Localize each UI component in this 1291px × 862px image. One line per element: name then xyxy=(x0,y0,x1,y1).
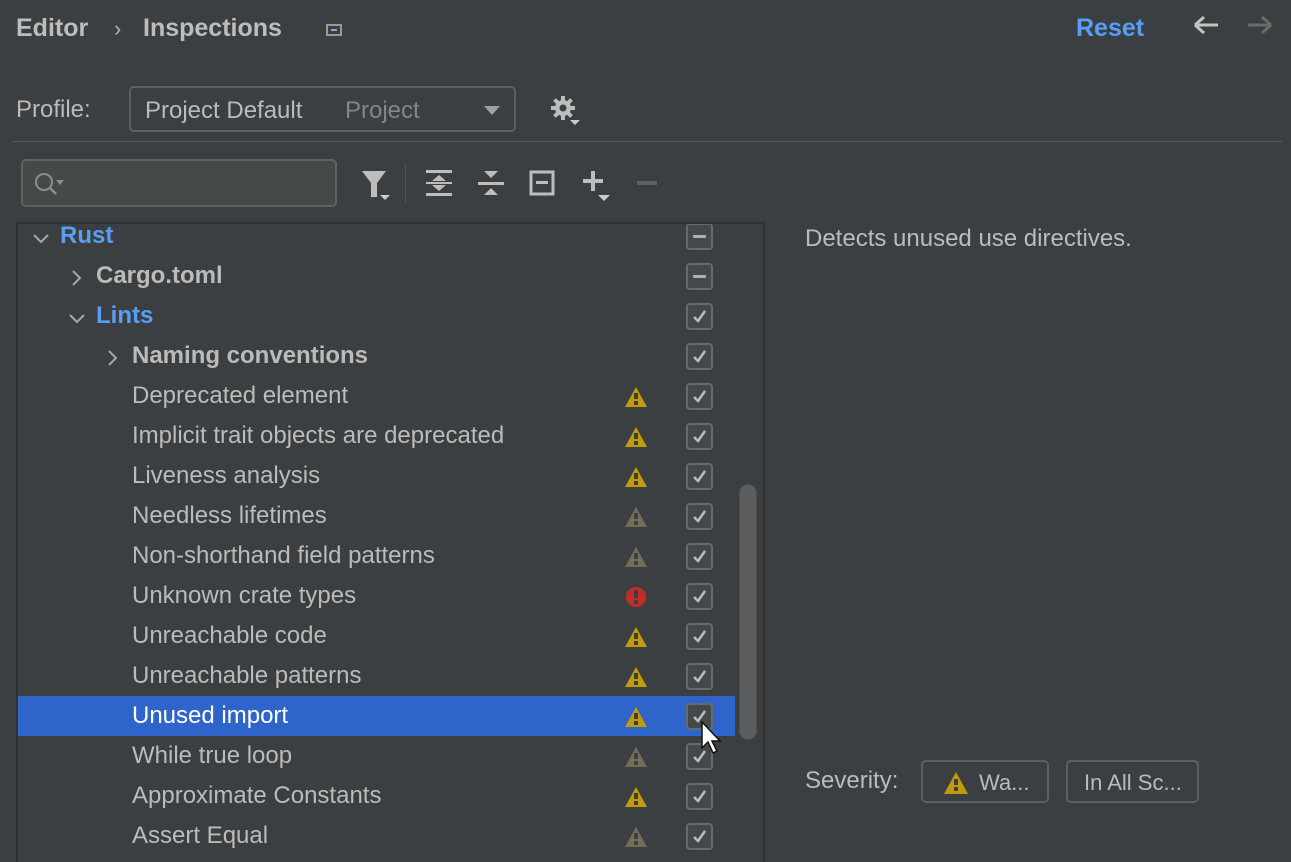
tree-row[interactable]: Implicit trait objects are deprecated xyxy=(18,416,735,456)
severity-dropdown[interactable]: Wa... xyxy=(921,760,1049,803)
tree-row-label: Unreachable code xyxy=(132,622,327,649)
reset-to-empty-icon[interactable] xyxy=(529,168,557,205)
enable-checkbox[interactable] xyxy=(686,783,713,810)
tree-row-label: Liveness analysis xyxy=(132,462,321,489)
arrow-left-icon[interactable] xyxy=(1192,12,1220,44)
enable-checkbox[interactable] xyxy=(686,263,713,290)
enable-checkbox[interactable] xyxy=(686,423,713,450)
profile-value: Project Default xyxy=(145,97,303,124)
scrollbar-thumb[interactable] xyxy=(739,484,757,740)
mouse-pointer-icon xyxy=(700,720,726,763)
enable-checkbox[interactable] xyxy=(686,663,713,690)
enable-checkbox[interactable] xyxy=(686,543,713,570)
scope-value: In All Sc... xyxy=(1084,770,1182,795)
tree-row[interactable]: Unreachable patterns xyxy=(18,656,735,696)
gear-icon[interactable] xyxy=(549,94,580,130)
profile-dropdown[interactable]: Project Default Project xyxy=(129,86,516,132)
warning-icon xyxy=(624,666,648,688)
search-input[interactable] xyxy=(21,159,337,207)
tree-row[interactable]: Needless lifetimes xyxy=(18,496,735,536)
profile-label: Profile: xyxy=(16,96,91,123)
tree-row-label: Naming conventions xyxy=(132,342,369,369)
tree-row-label: Lints xyxy=(96,302,154,329)
enable-checkbox[interactable] xyxy=(686,383,713,410)
weak-warning-icon xyxy=(624,546,648,568)
arrow-right-icon xyxy=(1246,12,1274,44)
warning-icon xyxy=(624,706,648,728)
inspection-description: Detects unused use directives. xyxy=(805,225,1132,252)
chevron-down-icon[interactable] xyxy=(68,307,86,333)
toolbar-separator xyxy=(405,163,406,203)
tree-row-label: Implicit trait objects are deprecated xyxy=(132,422,505,449)
tree-row-label: Unreachable patterns xyxy=(132,662,362,689)
tree-row[interactable]: Naming conventions xyxy=(18,336,735,376)
chevron-right-icon[interactable] xyxy=(104,347,122,373)
warning-icon xyxy=(624,466,648,488)
chevron-right-icon[interactable] xyxy=(68,267,86,293)
severity-label: Severity: xyxy=(805,767,899,794)
tree-row[interactable]: Rust xyxy=(18,222,735,256)
tree-row-label: Deprecated element xyxy=(132,382,349,409)
enable-checkbox[interactable] xyxy=(686,303,713,330)
enable-checkbox[interactable] xyxy=(686,623,713,650)
remove-icon xyxy=(636,168,658,205)
breadcrumb-editor[interactable]: Editor xyxy=(16,14,88,43)
chevron-down-icon xyxy=(484,106,500,115)
tree-row-label: Needless lifetimes xyxy=(132,502,327,529)
collapse-all-icon[interactable] xyxy=(477,168,505,205)
error-icon xyxy=(624,586,648,608)
severity-value: Wa... xyxy=(979,770,1030,795)
tree-row-label: Assert Equal xyxy=(132,822,269,849)
tree-row[interactable]: Liveness analysis xyxy=(18,456,735,496)
breadcrumb-inspections: Inspections xyxy=(143,14,282,42)
window-icon[interactable] xyxy=(326,24,342,36)
breadcrumb-separator: › xyxy=(114,16,122,41)
tree-row-label: Unused import xyxy=(132,702,289,729)
tree-row[interactable]: Approximate Constants xyxy=(18,776,735,816)
weak-warning-icon xyxy=(624,826,648,848)
chevron-down-icon[interactable] xyxy=(32,227,50,253)
enable-checkbox[interactable] xyxy=(686,503,713,530)
tree-row-label: Rust xyxy=(60,222,114,249)
tree-row[interactable]: Unreachable code xyxy=(18,616,735,656)
inspections-tree[interactable]: Rust Cargo.toml Lints Naming conventions Dep… xyxy=(16,222,765,862)
warning-icon xyxy=(624,386,648,408)
enable-checkbox[interactable] xyxy=(686,224,713,250)
weak-warning-icon xyxy=(624,506,648,528)
enable-checkbox[interactable] xyxy=(686,823,713,850)
profile-scope: Project xyxy=(345,97,420,124)
enable-checkbox[interactable] xyxy=(686,343,713,370)
reset-button[interactable]: Reset xyxy=(1076,14,1144,43)
dropdown-indicator-icon xyxy=(570,120,580,125)
tree-row-label: Cargo.toml xyxy=(96,262,223,289)
tree-row[interactable]: Assert Equal xyxy=(18,816,735,856)
enable-checkbox[interactable] xyxy=(686,583,713,610)
tree-row[interactable]: While true loop xyxy=(18,736,735,776)
weak-warning-icon xyxy=(624,746,648,768)
enable-checkbox[interactable] xyxy=(686,463,713,490)
tree-row[interactable]: Unused import xyxy=(18,696,735,736)
warning-icon xyxy=(624,626,648,648)
warning-icon xyxy=(624,426,648,448)
add-icon[interactable] xyxy=(582,168,616,209)
tree-row[interactable]: Deprecated element xyxy=(18,376,735,416)
scope-dropdown[interactable]: In All Sc... xyxy=(1066,760,1199,803)
tree-row-label: Unknown crate types xyxy=(132,582,357,609)
tree-row[interactable]: Cargo.toml xyxy=(18,256,735,296)
expand-all-icon[interactable] xyxy=(425,168,453,205)
tree-row[interactable]: Unknown crate types xyxy=(18,576,735,616)
warning-icon xyxy=(944,772,968,794)
tree-row[interactable]: Lints xyxy=(18,296,735,336)
tree-row[interactable]: Non-shorthand field patterns xyxy=(18,536,735,576)
tree-row-label: Non-shorthand field patterns xyxy=(132,542,435,569)
divider xyxy=(12,141,1282,142)
tree-row-label: While true loop xyxy=(132,742,293,769)
filter-icon[interactable] xyxy=(360,168,392,207)
search-icon xyxy=(35,173,64,195)
tree-row-label: Approximate Constants xyxy=(132,782,382,809)
warning-icon xyxy=(624,786,648,808)
